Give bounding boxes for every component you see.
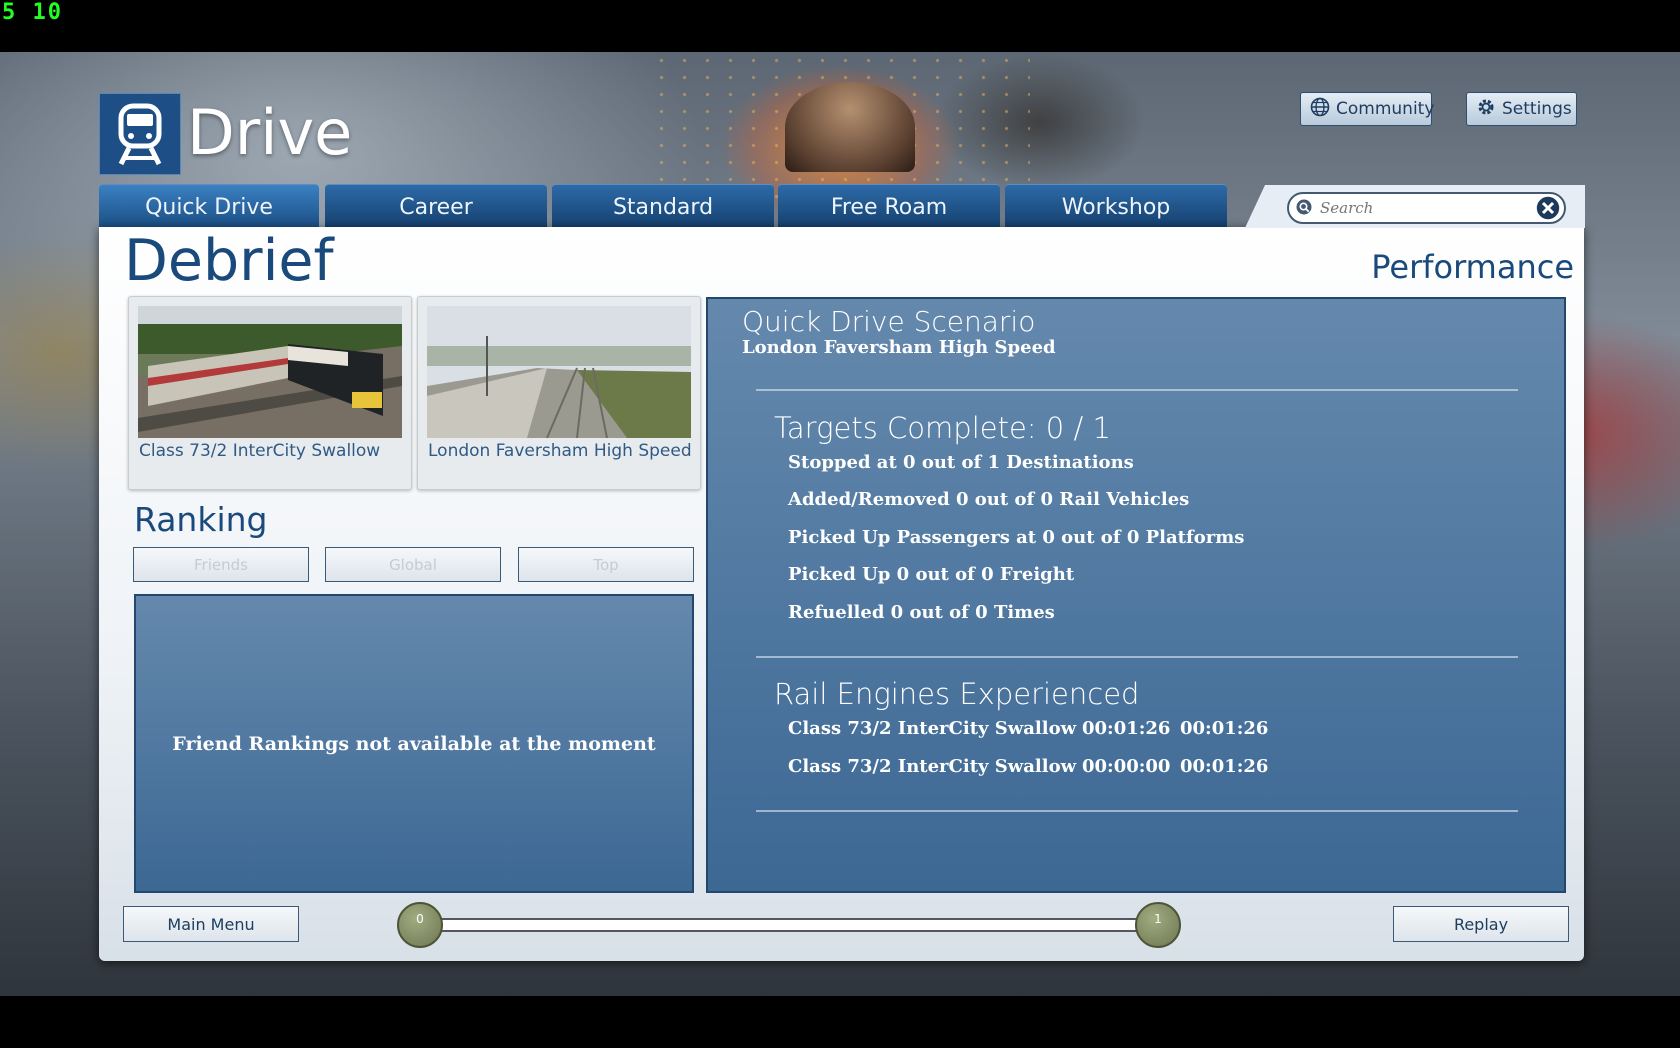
engine-time: 00:01:26 bbox=[1180, 718, 1269, 739]
global-button[interactable]: Global bbox=[325, 547, 501, 582]
drive-train-icon bbox=[99, 93, 181, 175]
engine-time: 00:01:26 bbox=[1180, 756, 1269, 777]
search-input[interactable] bbox=[1318, 198, 1532, 218]
ranking-message: Friend Rankings not available at the mom… bbox=[172, 732, 656, 755]
engine-name: Class 73/2 InterCity Swallow bbox=[788, 718, 1077, 739]
search-box bbox=[1287, 192, 1566, 224]
target-item: Stopped at 0 out of 1 Destinations bbox=[788, 452, 1134, 473]
fps-counter: 5 10 bbox=[2, 0, 63, 25]
gear-icon bbox=[1476, 97, 1496, 122]
divider bbox=[756, 656, 1518, 658]
target-item: Added/Removed 0 out of 0 Rail Vehicles bbox=[788, 489, 1190, 510]
ranking-box: Friend Rankings not available at the mom… bbox=[134, 594, 694, 893]
tab-workshop[interactable]: Workshop bbox=[1005, 184, 1227, 229]
top-button[interactable]: Top bbox=[518, 547, 694, 582]
tab-standard[interactable]: Standard bbox=[552, 184, 774, 229]
settings-label: Settings bbox=[1502, 99, 1572, 119]
settings-button[interactable]: Settings bbox=[1466, 92, 1577, 126]
engine-time: 00:01:26 bbox=[1082, 718, 1171, 739]
replay-timeline-slider[interactable] bbox=[420, 918, 1158, 932]
target-item: Refuelled 0 out of 0 Times bbox=[788, 602, 1055, 623]
route-caption: London Faversham High Speed bbox=[428, 441, 692, 461]
locomotive-boiler-decoration bbox=[785, 82, 915, 172]
bottom-letterbox bbox=[0, 996, 1680, 1048]
tab-career[interactable]: Career bbox=[325, 184, 547, 229]
section-title: Performance bbox=[1371, 248, 1574, 286]
scenario-heading: Quick Drive Scenario bbox=[742, 305, 1036, 338]
slider-end-knob[interactable]: 1 bbox=[1135, 902, 1181, 948]
target-item: Picked Up Passengers at 0 out of 0 Platf… bbox=[788, 527, 1245, 548]
friends-button[interactable]: Friends bbox=[133, 547, 309, 582]
tab-free-roam[interactable]: Free Roam bbox=[778, 184, 1000, 229]
route-thumbnail bbox=[427, 306, 691, 438]
targets-heading: Targets Complete: 0 / 1 bbox=[774, 411, 1111, 445]
slider-start-knob[interactable]: 0 bbox=[397, 902, 443, 948]
locomotive-card[interactable]: Class 73/2 InterCity Swallow bbox=[128, 296, 412, 490]
performance-box: Quick Drive Scenario London Faversham Hi… bbox=[706, 297, 1566, 893]
globe-icon bbox=[1310, 97, 1330, 122]
engine-name: Class 73/2 InterCity Swallow bbox=[788, 756, 1077, 777]
replay-button[interactable]: Replay bbox=[1393, 906, 1569, 942]
target-item: Picked Up 0 out of 0 Freight bbox=[788, 564, 1075, 585]
community-label: Community bbox=[1336, 99, 1435, 119]
app-title: Drive bbox=[187, 96, 353, 169]
divider bbox=[756, 810, 1518, 812]
engines-heading: Rail Engines Experienced bbox=[774, 677, 1140, 711]
main-menu-button[interactable]: Main Menu bbox=[123, 906, 299, 942]
community-button[interactable]: Community bbox=[1300, 92, 1435, 126]
search-icon bbox=[1296, 199, 1314, 217]
locomotive-caption: Class 73/2 InterCity Swallow bbox=[139, 441, 381, 461]
tab-quick-drive[interactable]: Quick Drive bbox=[99, 184, 319, 229]
divider bbox=[756, 389, 1518, 391]
route-card[interactable]: London Faversham High Speed bbox=[417, 296, 701, 490]
locomotive-thumbnail bbox=[138, 306, 402, 438]
clear-search-icon[interactable] bbox=[1535, 195, 1561, 221]
engine-time: 00:00:00 bbox=[1082, 756, 1171, 777]
page-title: Debrief bbox=[124, 228, 334, 294]
scenario-name: London Faversham High Speed bbox=[742, 337, 1056, 358]
ranking-title: Ranking bbox=[134, 500, 268, 539]
